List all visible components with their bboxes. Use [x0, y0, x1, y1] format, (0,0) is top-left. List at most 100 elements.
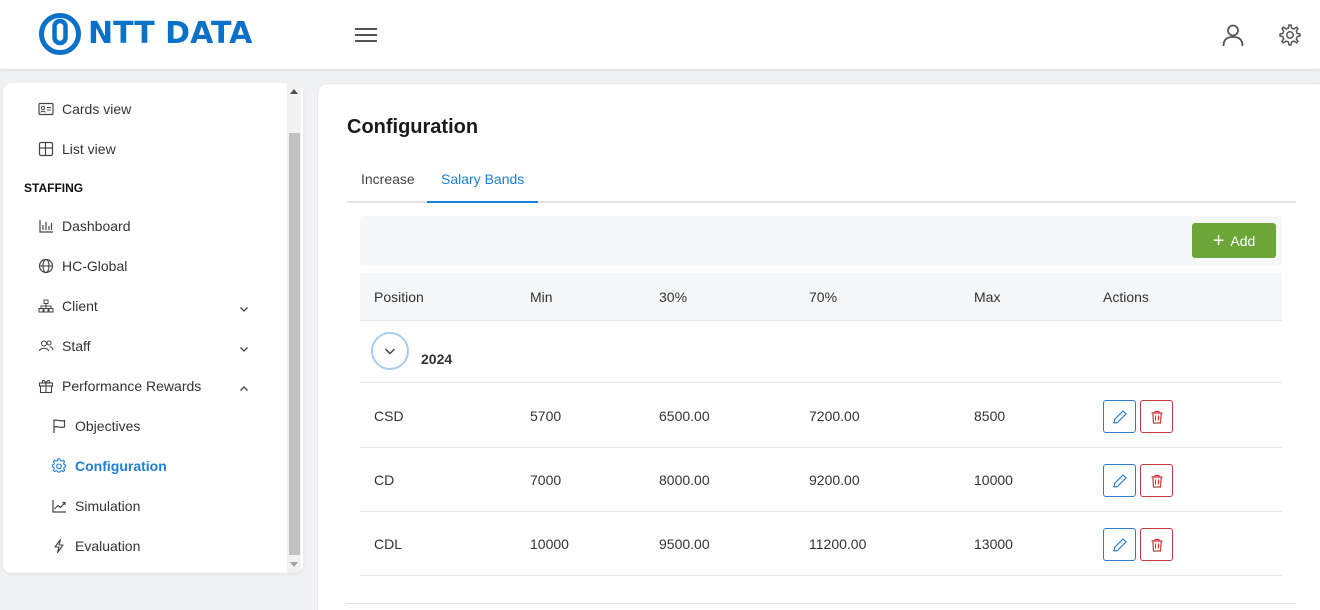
- sidebar-item-label: HC-Global: [62, 258, 128, 274]
- cell-30: 9500.00: [659, 536, 710, 552]
- table-row: CDL 10000 9500.00 11200.00 13000: [360, 512, 1282, 576]
- table-row: CSD 5700 6500.00 7200.00 8500: [360, 384, 1282, 448]
- sidebar-item-simulation[interactable]: Simulation: [51, 488, 303, 524]
- users-icon: [38, 338, 54, 354]
- chevron-down-icon[interactable]: [239, 301, 249, 312]
- sidebar-item-label: Simulation: [75, 498, 141, 514]
- delete-button[interactable]: [1140, 528, 1173, 561]
- cell-min: 5700: [530, 408, 562, 424]
- edit-button[interactable]: [1103, 400, 1136, 433]
- sidebar-item-label: Cards view: [62, 101, 132, 117]
- lightning-icon: [51, 538, 67, 554]
- sidebar-item-label: Dashboard: [62, 218, 131, 234]
- org-chart-icon: [38, 298, 54, 314]
- gear-icon[interactable]: [1276, 22, 1302, 48]
- user-icon[interactable]: [1220, 22, 1246, 48]
- top-bar: NTT DATA: [0, 0, 1320, 70]
- cell-70: 9200.00: [809, 472, 860, 488]
- sidebar-item-label: List view: [62, 141, 116, 157]
- sidebar-item-dashboard[interactable]: Dashboard: [38, 208, 303, 244]
- edit-button[interactable]: [1103, 528, 1136, 561]
- column-header-actions: Actions: [1103, 289, 1149, 305]
- group-row-2024: 2024: [360, 321, 1282, 383]
- add-button-label: Add: [1230, 232, 1256, 249]
- section-title-staffing: STAFFING: [24, 181, 84, 195]
- sidebar-item-label: Objectives: [75, 418, 141, 434]
- cell-position: CD: [374, 472, 395, 488]
- gift-icon: [38, 378, 54, 394]
- sidebar-scrollbar[interactable]: [287, 83, 301, 573]
- table-row: CD 7000 8000.00 9200.00 10000: [360, 448, 1282, 512]
- scrollbar-thumb[interactable]: [289, 133, 300, 555]
- sidebar-item-performance-rewards[interactable]: Performance Rewards: [38, 368, 303, 404]
- tab-salary-bands[interactable]: Salary Bands: [427, 156, 539, 203]
- globe-icon: [38, 258, 54, 274]
- table-header: Position Min 30% 70% Max Actions: [360, 273, 1282, 321]
- delete-button[interactable]: [1140, 400, 1173, 433]
- column-header-max[interactable]: Max: [974, 273, 1000, 321]
- cell-position: CDL: [374, 536, 403, 552]
- pencil-icon: [1112, 409, 1127, 424]
- pencil-icon: [1112, 473, 1127, 488]
- main-panel: Configuration Increase Salary Bands + Ad…: [317, 83, 1320, 610]
- chevron-down-icon: [384, 348, 396, 355]
- trash-icon: [1151, 410, 1162, 424]
- cell-position: CSD: [374, 408, 404, 424]
- cell-min: 10000: [530, 536, 569, 552]
- ntt-data-logo[interactable]: NTT DATA: [38, 12, 252, 56]
- pencil-icon: [1112, 537, 1127, 552]
- sidebar-item-client[interactable]: Client: [38, 288, 303, 324]
- sidebar-item-hc-global[interactable]: HC-Global: [38, 248, 303, 284]
- edit-button[interactable]: [1103, 464, 1136, 497]
- tab-bar: Increase Salary Bands: [347, 156, 1296, 203]
- group-label: 2024: [421, 351, 453, 367]
- hamburger-menu-icon[interactable]: [354, 24, 378, 46]
- sidebar-item-evaluation[interactable]: Evaluation: [51, 528, 303, 564]
- add-button[interactable]: + Add: [1192, 223, 1276, 258]
- cell-max: 10000: [974, 472, 1013, 488]
- column-header-30[interactable]: 30%: [659, 273, 687, 321]
- table-grid-icon: [38, 141, 54, 157]
- sidebar-item-label: Configuration: [75, 458, 167, 474]
- chevron-up-icon[interactable]: [239, 381, 249, 391]
- scroll-up-arrow-icon[interactable]: [290, 89, 298, 94]
- sidebar-item-configuration[interactable]: Configuration: [51, 448, 303, 484]
- sidebar-item-list-view[interactable]: List view: [38, 131, 303, 167]
- cell-70: 11200.00: [809, 536, 867, 552]
- id-card-icon: [38, 101, 54, 117]
- cell-70: 7200.00: [809, 408, 860, 424]
- tab-increase[interactable]: Increase: [347, 156, 429, 203]
- sidebar-item-label: Evaluation: [75, 538, 141, 554]
- cell-30: 8000.00: [659, 472, 710, 488]
- gear-icon: [51, 458, 67, 474]
- scroll-down-arrow-icon[interactable]: [290, 562, 298, 567]
- cell-min: 7000: [530, 472, 562, 488]
- logo-text: NTT DATA: [88, 16, 253, 51]
- sidebar-item-label: Client: [62, 298, 98, 314]
- sidebar-item-cards-view[interactable]: Cards view: [38, 91, 303, 127]
- expand-group-button[interactable]: [371, 332, 409, 370]
- cell-30: 6500.00: [659, 408, 710, 424]
- sidebar-item-label: Performance Rewards: [62, 378, 202, 394]
- cell-max: 13000: [974, 536, 1013, 552]
- cell-max: 8500: [974, 408, 1006, 424]
- page-title: Configuration: [347, 116, 479, 138]
- delete-button[interactable]: [1140, 464, 1173, 497]
- column-header-70[interactable]: 70%: [809, 273, 837, 321]
- sidebar-item-objectives[interactable]: Objectives: [51, 408, 303, 444]
- bar-chart-icon: [38, 218, 54, 234]
- chevron-down-icon[interactable]: [239, 341, 249, 352]
- trash-icon: [1151, 474, 1162, 488]
- sidebar-item-label: Staff: [62, 338, 91, 354]
- divider: [346, 603, 1296, 604]
- ntt-logo-mark-icon: [39, 13, 81, 55]
- sidebar: Cards view List view STAFFING Dashboard …: [3, 83, 303, 573]
- flag-icon: [51, 418, 67, 434]
- column-header-min[interactable]: Min: [530, 273, 553, 321]
- table-toolbar: + Add: [360, 216, 1282, 266]
- plus-icon: +: [1212, 229, 1225, 252]
- trash-icon: [1151, 538, 1162, 552]
- column-header-position[interactable]: Position: [374, 273, 424, 321]
- trend-chart-icon: [51, 498, 67, 514]
- sidebar-item-staff[interactable]: Staff: [38, 328, 303, 364]
